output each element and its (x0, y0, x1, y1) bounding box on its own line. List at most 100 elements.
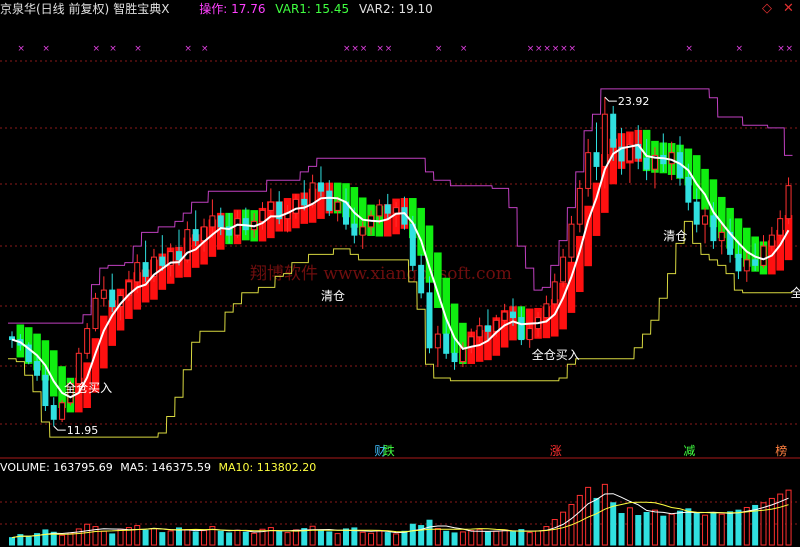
var1-value: 15.45 (314, 2, 350, 16)
candle-body (159, 256, 166, 266)
support-step-line (8, 220, 793, 438)
volume-bar (59, 534, 66, 546)
signal-x-marker: × (543, 44, 551, 54)
candle-body (409, 223, 416, 266)
candle-body (376, 204, 383, 217)
candle-body (201, 226, 208, 242)
signal-x-marker: × (777, 44, 785, 54)
buy-signal-label: 全仓买入 (532, 347, 580, 362)
volume-bar (735, 509, 742, 546)
candle-body (42, 374, 49, 407)
signal-x-marker: × (786, 44, 794, 54)
candle-body (760, 245, 767, 266)
volume-bar (217, 530, 224, 546)
candle-body (785, 185, 792, 220)
volume-bar (359, 531, 366, 546)
signal-x-marker: × (201, 44, 209, 54)
candle-body (693, 201, 700, 225)
candle-body (92, 297, 99, 330)
high-pointer (604, 96, 617, 102)
signal-x-marker: × (568, 44, 576, 54)
candle-body (768, 234, 775, 247)
signal-x-marker: × (360, 44, 368, 54)
stock-title: 京泉华(日线 前复权) (0, 2, 110, 16)
volume-bar (635, 515, 642, 546)
candle-body (451, 352, 458, 363)
sell-signal-label: 清仓 (663, 229, 687, 243)
volume-bar (276, 531, 283, 546)
candle-body (393, 207, 400, 214)
signal-x-marker: × (435, 44, 443, 54)
candle-body (484, 325, 491, 332)
volume-bar (593, 497, 600, 546)
candle-body (134, 262, 141, 283)
volume-bar (468, 530, 475, 546)
volume-bar (693, 512, 700, 546)
signal-x-marker: × (527, 44, 535, 54)
volume-bar (484, 531, 491, 546)
candle-body (476, 325, 483, 338)
candle-body (735, 253, 742, 272)
volume-bar (376, 530, 383, 546)
volume-bar (409, 523, 416, 546)
op-label: 操作: (199, 2, 232, 16)
volume-bar (368, 532, 375, 546)
volume-bar (660, 515, 667, 546)
signal-x-marker: × (93, 44, 101, 54)
volume-bar (685, 508, 692, 546)
ma5-value: 146375.59 (151, 461, 211, 474)
volume-bar (326, 531, 333, 546)
volume-bar (242, 531, 249, 546)
candle-body (518, 317, 525, 341)
volume-bar (743, 506, 750, 546)
volume-bars (9, 483, 792, 546)
diamond-icon[interactable]: ◇ (762, 1, 772, 16)
volume-bar (426, 519, 433, 546)
volume-bar (510, 531, 516, 546)
candle-body (610, 113, 617, 148)
candle-body (777, 218, 784, 236)
signal-x-marker: × (184, 44, 192, 54)
volume-bar (117, 528, 124, 546)
candle-body (568, 223, 575, 258)
candle-body (34, 361, 41, 376)
volume-bar (84, 523, 91, 546)
volume-bar (451, 532, 458, 546)
var1-label: VAR1: (275, 2, 315, 16)
op-value: 17.76 (231, 2, 266, 16)
volume-bar (401, 530, 408, 546)
candle-body (593, 152, 600, 167)
ladder-block (701, 168, 709, 210)
candle-body (259, 209, 266, 222)
candle-body (743, 259, 750, 272)
candle-body (326, 190, 333, 211)
candle-body (192, 229, 199, 242)
close-icon[interactable]: ✕ (783, 1, 794, 16)
volume-bar (443, 530, 450, 546)
sell-signal-label: 清仓 (321, 289, 345, 303)
signal-x-marker: × (552, 44, 560, 54)
volume-bar (134, 525, 141, 546)
volume-bar (760, 502, 767, 546)
candle-body (718, 231, 725, 242)
signal-x-marker: × (685, 44, 693, 54)
volume-bar (493, 530, 500, 546)
volume-bar (109, 533, 116, 546)
volume-bar (384, 532, 391, 546)
candle-body (668, 152, 675, 165)
volume-bar (159, 532, 166, 546)
ma10-readout: MA10: 113802.20 (218, 461, 316, 474)
candle-body (585, 152, 592, 189)
volume-bar (201, 530, 208, 546)
candle-body (50, 405, 57, 420)
candle-body (560, 256, 567, 283)
top-markers: × × × × × × × × × × × × × × × × × × × × × × × × (17, 44, 793, 54)
volume-bar (677, 510, 683, 546)
volume-bar (710, 512, 717, 546)
volume-bar (618, 513, 625, 546)
volume-bar (167, 530, 174, 546)
volume-bar (184, 529, 191, 546)
volume-label: VOLUME: (0, 461, 54, 474)
volume-bar (668, 513, 675, 546)
event-marker: 涨 (550, 443, 562, 458)
